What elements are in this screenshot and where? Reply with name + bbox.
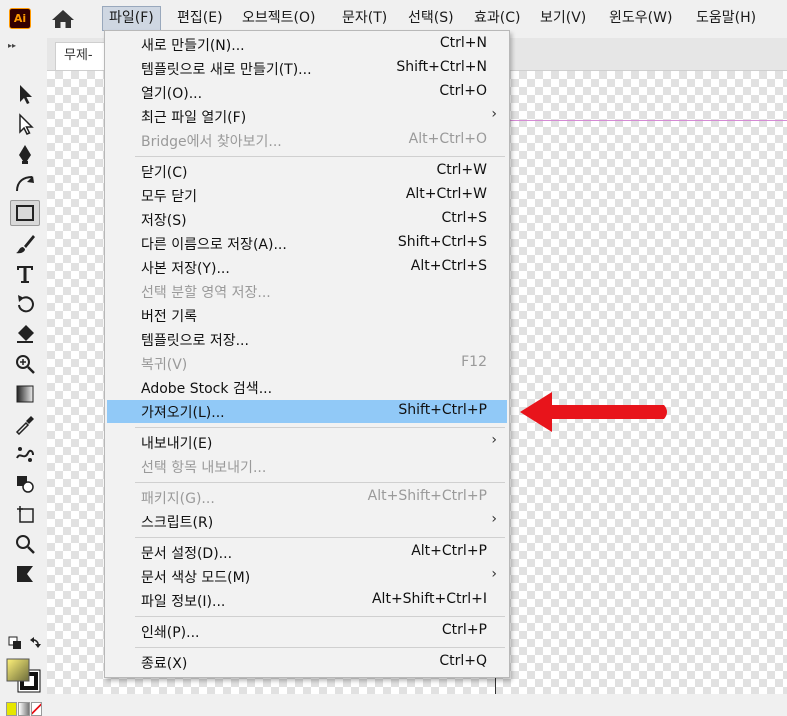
fill-stroke-swatch[interactable] [6, 658, 42, 694]
menu-item-file-info[interactable]: 파일 정보(I)... Alt+Shift+Ctrl+I [107, 589, 507, 612]
zoom-tool-icon[interactable] [10, 531, 40, 557]
tools-panel: ▸▸ [0, 38, 48, 716]
menu-separator [135, 537, 505, 538]
menu-separator [135, 616, 505, 617]
rotate-tool-icon[interactable] [10, 291, 40, 317]
curvature-tool-icon[interactable] [10, 171, 40, 197]
submenu-arrow-icon: › [491, 432, 497, 448]
menu-item-version-history[interactable]: 버전 기록 [107, 304, 507, 327]
submenu-arrow-icon: › [491, 566, 497, 582]
menu-object[interactable]: 오브젝트(O) [236, 6, 321, 31]
menu-effect[interactable]: 효과(C) [468, 6, 526, 31]
selection-tool-icon[interactable] [10, 81, 40, 107]
pen-tool-icon[interactable] [10, 141, 40, 167]
collapse-panel-icon[interactable]: ▸▸ [8, 41, 16, 50]
menu-item-print[interactable]: 인쇄(P)... Ctrl+P [107, 620, 507, 643]
gradient-tool-icon[interactable] [10, 381, 40, 407]
submenu-arrow-icon: › [491, 511, 497, 527]
menu-file[interactable]: 파일(F) [102, 6, 161, 31]
menu-item-open-recent[interactable]: 최근 파일 열기(F) › [107, 105, 507, 128]
menu-item-save-selected-slices: 선택 분할 영역 저장... [141, 285, 271, 301]
illustrator-logo-icon: Ai [9, 8, 31, 29]
menu-item-save-copy[interactable]: 사본 저장(Y)... Alt+Ctrl+S [107, 256, 507, 279]
menu-view[interactable]: 보기(V) [534, 6, 592, 31]
menu-select[interactable]: 선택(S) [402, 6, 460, 31]
color-mode-none[interactable] [30, 702, 42, 716]
menu-window[interactable]: 윈도우(W) [603, 6, 678, 31]
guide-line [507, 120, 787, 121]
menu-type[interactable]: 문자(T) [336, 6, 393, 31]
edit-toolbar-icon[interactable] [10, 561, 40, 587]
home-icon[interactable] [51, 9, 75, 29]
menu-item-scripts[interactable]: 스크립트(R) › [107, 510, 507, 533]
menu-item-save[interactable]: 저장(S) Ctrl+S [107, 208, 507, 231]
color-mode-gradient[interactable] [18, 702, 30, 716]
type-tool-icon[interactable] [10, 261, 40, 287]
color-mode-color[interactable] [6, 702, 18, 716]
eraser-tool-icon[interactable] [10, 321, 40, 347]
puppet-warp-tool-icon[interactable] [10, 441, 40, 467]
menu-item-export[interactable]: 내보내기(E) › [107, 431, 507, 454]
artboard-tool-icon[interactable] [10, 501, 40, 527]
menu-item-search-adobe-stock[interactable]: Adobe Stock 검색... [107, 376, 507, 399]
menu-item-export-selection: 선택 항목 내보내기... [141, 460, 267, 476]
submenu-arrow-icon: › [491, 106, 497, 122]
menu-separator [135, 156, 505, 157]
file-dropdown-menu: 새로 만들기(N)... Ctrl+N 템플릿으로 새로 만들기(T)... Shi… [104, 30, 510, 678]
menu-separator [135, 482, 505, 483]
menu-item-document-setup[interactable]: 문서 설정(D)... Alt+Ctrl+P [107, 541, 507, 564]
rectangle-tool-icon[interactable] [10, 200, 40, 226]
menu-item-close[interactable]: 닫기(C) Ctrl+W [107, 160, 507, 183]
menu-item-save-as[interactable]: 다른 이름으로 저장(A)... Shift+Ctrl+S [107, 232, 507, 255]
direct-selection-tool-icon[interactable] [10, 111, 40, 137]
default-swap-colors-icon[interactable] [8, 636, 42, 656]
menu-item-close-all[interactable]: 모두 닫기 Alt+Ctrl+W [107, 184, 507, 207]
menu-item-new-from-template[interactable]: 템플릿으로 새로 만들기(T)... Shift+Ctrl+N [107, 57, 507, 80]
menu-edit[interactable]: 편집(E) [171, 6, 229, 31]
menu-item-new[interactable]: 새로 만들기(N)... Ctrl+N [107, 33, 507, 56]
menu-item-revert: 복귀(V) F12 [141, 354, 487, 373]
menu-item-exit[interactable]: 종료(X) Ctrl+Q [107, 651, 507, 674]
menu-help[interactable]: 도움말(H) [690, 6, 762, 31]
menu-separator [135, 427, 505, 428]
menu-item-place[interactable]: 가져오기(L)... Shift+Ctrl+P [107, 400, 507, 423]
menu-item-open[interactable]: 열기(O)... Ctrl+O [107, 81, 507, 104]
red-arrow-annotation-icon [520, 392, 667, 432]
eyedropper-tool-icon[interactable] [10, 411, 40, 437]
menu-item-document-color-mode[interactable]: 문서 색상 모드(M) › [107, 565, 507, 588]
color-mode-buttons[interactable] [6, 702, 42, 716]
menu-item-save-as-template[interactable]: 템플릿으로 저장... [107, 328, 507, 351]
paintbrush-tool-icon[interactable] [10, 231, 40, 257]
zoom-width-tool-icon[interactable] [10, 351, 40, 377]
menu-item-package: 패키지(G)... Alt+Shift+Ctrl+P [141, 488, 487, 507]
menu-separator [135, 647, 505, 648]
menu-item-browse-in-bridge: Bridge에서 찾아보기... Alt+Ctrl+O [141, 131, 487, 150]
shape-builder-tool-icon[interactable] [10, 471, 40, 497]
